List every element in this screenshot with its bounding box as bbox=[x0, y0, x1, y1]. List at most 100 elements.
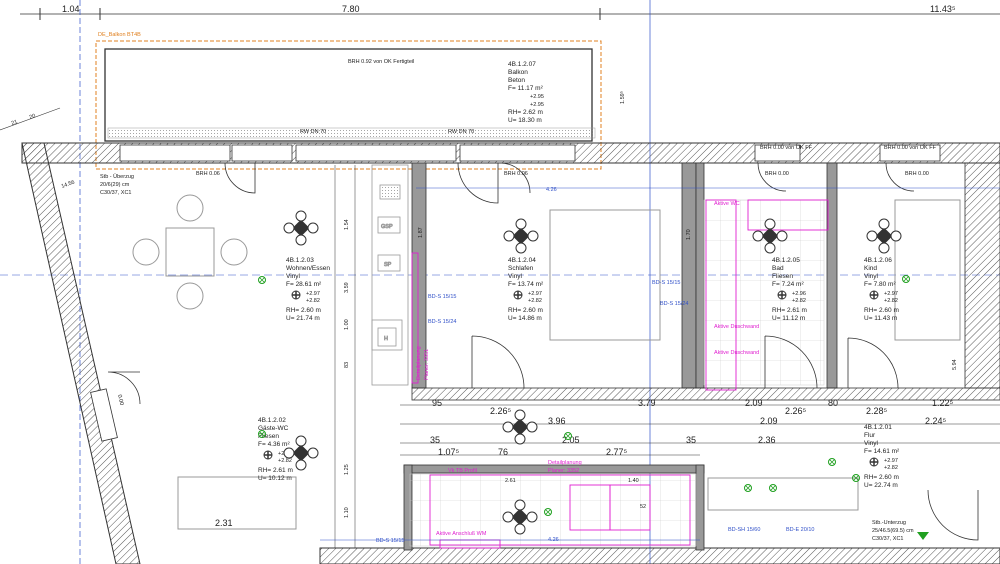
label-sp: SP bbox=[384, 262, 392, 268]
label-bd-4: BD-S 15/24 bbox=[660, 301, 688, 307]
room-bad-h2: +2.82 bbox=[792, 298, 806, 304]
room-schlafen-id: 4B.1.2.04 bbox=[508, 257, 536, 264]
vdim-110: 1.10 bbox=[344, 507, 350, 518]
hdim-r4-2: 76 bbox=[498, 447, 508, 457]
balcony-room-u: U= 18.30 m bbox=[508, 117, 542, 124]
hdim-wg: 2.28⁵ bbox=[866, 406, 888, 416]
room-kind-h2: +2.82 bbox=[884, 298, 898, 304]
label-detail-1: Detailplanung bbox=[416, 346, 422, 380]
section-circle-icon bbox=[527, 230, 539, 242]
room-flur-h2: +2.82 bbox=[884, 465, 898, 471]
room-flur-floor: Vinyl bbox=[864, 440, 879, 447]
label-stb-uz2: Stb.-Unterzug bbox=[872, 520, 906, 526]
label-stb-mat: C30/37, XC1 bbox=[100, 190, 132, 196]
room-kind-name: Kind bbox=[864, 265, 877, 272]
label-akt-2: Aktive Duschwand bbox=[714, 324, 759, 330]
label-gsp: GSP bbox=[381, 224, 393, 230]
balcony-room-rh: RH= 2.62 m bbox=[508, 109, 543, 116]
top-dim-3: 11.43⁵ bbox=[930, 4, 956, 14]
balcony-rw-2: RW DN 70 bbox=[448, 129, 474, 135]
room-kind-u: U= 11.43 m bbox=[864, 315, 897, 322]
room-bad-floor: Fliesen bbox=[772, 273, 793, 280]
label-bd-3: BD-S 15/15 bbox=[652, 280, 680, 286]
top-dim-2: 7.80 bbox=[342, 4, 360, 14]
label-stb-uz2-mat: C30/37, XC1 bbox=[872, 536, 904, 542]
section-circle-icon bbox=[890, 230, 902, 242]
label-detail-2: Detailplanung bbox=[548, 460, 582, 466]
label-brh-3: BRH 0.00 bbox=[765, 171, 789, 177]
balcony-area-label: DE_Balkon BT4B bbox=[98, 32, 141, 38]
outlet-cross-icon bbox=[903, 276, 909, 282]
section-circle-icon bbox=[295, 459, 307, 471]
room-wohnen-h2: +2.82 bbox=[306, 298, 320, 304]
hdim-r2-2: 2.09 bbox=[760, 416, 778, 426]
label-dim-426: 4.26 bbox=[546, 187, 557, 193]
balcony-room-h1: +2.95 bbox=[530, 94, 544, 100]
room-kind-h1: +2.97 bbox=[884, 291, 898, 297]
room-gaeste-rh: RH= 2.61 m bbox=[258, 467, 293, 474]
room-schlafen-area: F= 13.74 m² bbox=[508, 281, 544, 288]
room-kind-floor: Vinyl bbox=[864, 273, 879, 280]
label-akt-3: Aktive Duschwand bbox=[714, 350, 759, 356]
section-circle-icon bbox=[307, 447, 319, 459]
room-bad-area: F= 7.24 m² bbox=[772, 281, 804, 288]
room-flur-h1: +2.97 bbox=[884, 458, 898, 464]
balcony-room-h2: +2.95 bbox=[530, 102, 544, 108]
hdim-r1-7: 1.22⁵ bbox=[932, 398, 954, 408]
section-circle-icon bbox=[307, 222, 319, 234]
room-bad-h1: +2.96 bbox=[792, 291, 806, 297]
label-brh-1: BRH 0.06 bbox=[196, 171, 220, 177]
top-dimension-line: 1.04 7.80 11.43⁵ bbox=[20, 4, 1000, 20]
room-schlafen-floor: Vinyl bbox=[508, 273, 523, 280]
section-circle-icon bbox=[764, 242, 776, 254]
room-wohnen-floor: Vinyl bbox=[286, 273, 301, 280]
room-kind-id: 4B.1.2.06 bbox=[864, 257, 892, 264]
label-bd-6: BD-SH 15/60 bbox=[728, 527, 760, 533]
label-akt-4: Aktive Anschluß WM bbox=[436, 531, 487, 537]
section-circle-icon bbox=[514, 499, 526, 511]
room-schlafen-h1: +2.97 bbox=[528, 291, 542, 297]
section-symbol-icon bbox=[512, 227, 530, 245]
room-wohnen-rh: RH= 2.60 m bbox=[286, 307, 321, 314]
label-h: H bbox=[384, 336, 388, 342]
room-gaeste-floor: Fliesen bbox=[258, 433, 279, 440]
room-wohnen-id: 4B.1.2.03 bbox=[286, 257, 314, 264]
room-gaeste-u: U= 10.12 m bbox=[258, 475, 292, 482]
hdim-r3-1: 35 bbox=[430, 435, 440, 445]
section-circle-icon bbox=[515, 218, 527, 230]
label-stb-uz: Stb - Überzug bbox=[100, 173, 134, 180]
label-brh-2: BRH 0.06 bbox=[504, 171, 528, 177]
section-circle-icon bbox=[295, 234, 307, 246]
section-circle-icon bbox=[283, 222, 295, 234]
label-brh-okff: BRH 0.00 von OK FF bbox=[760, 145, 813, 151]
label-dim-426b: 4.26 bbox=[548, 537, 559, 543]
room-gaeste-id: 4B.1.2.02 bbox=[258, 417, 286, 424]
label-dim-14: 14.56 bbox=[61, 180, 76, 190]
room-wohnen-u: U= 21.74 m bbox=[286, 315, 320, 322]
section-symbol-icon bbox=[292, 219, 310, 237]
room-schlafen-u: U= 14.86 m bbox=[508, 315, 542, 322]
section-circle-icon bbox=[295, 210, 307, 222]
hdim-r4-3: 2.77⁵ bbox=[606, 447, 628, 457]
section-circle-icon bbox=[514, 433, 526, 445]
balcony-room-id: 4B.1.2.07 bbox=[508, 61, 536, 68]
label-detail-2b: Planer: 3352 bbox=[548, 468, 579, 474]
hdim-r1-3: 3.96 bbox=[548, 416, 566, 426]
room-flur-area: F= 14.61 m² bbox=[864, 448, 900, 455]
label-bd-7: BD-E 20/10 bbox=[786, 527, 814, 533]
room-flur-name: Flur bbox=[864, 432, 876, 439]
top-dim-1: 1.04 bbox=[62, 4, 80, 14]
section-circle-icon bbox=[526, 421, 538, 433]
section-circle-icon bbox=[776, 230, 788, 242]
section-circle-icon bbox=[752, 230, 764, 242]
room-schlafen-name: Schlafen bbox=[508, 265, 534, 272]
hdim-r2-3: 80 bbox=[828, 398, 838, 408]
outlet-cross-icon bbox=[745, 485, 751, 491]
outlet-cross-icon bbox=[259, 277, 265, 283]
vdim-125: 1.25 bbox=[344, 464, 350, 475]
room-gaeste-area: F= 4.36 m² bbox=[258, 441, 290, 448]
balcony-room-floor: Beton bbox=[508, 77, 525, 84]
section-circle-icon bbox=[283, 447, 295, 459]
vdim-100: 1.00 bbox=[344, 319, 350, 330]
section-circle-icon bbox=[515, 242, 527, 254]
